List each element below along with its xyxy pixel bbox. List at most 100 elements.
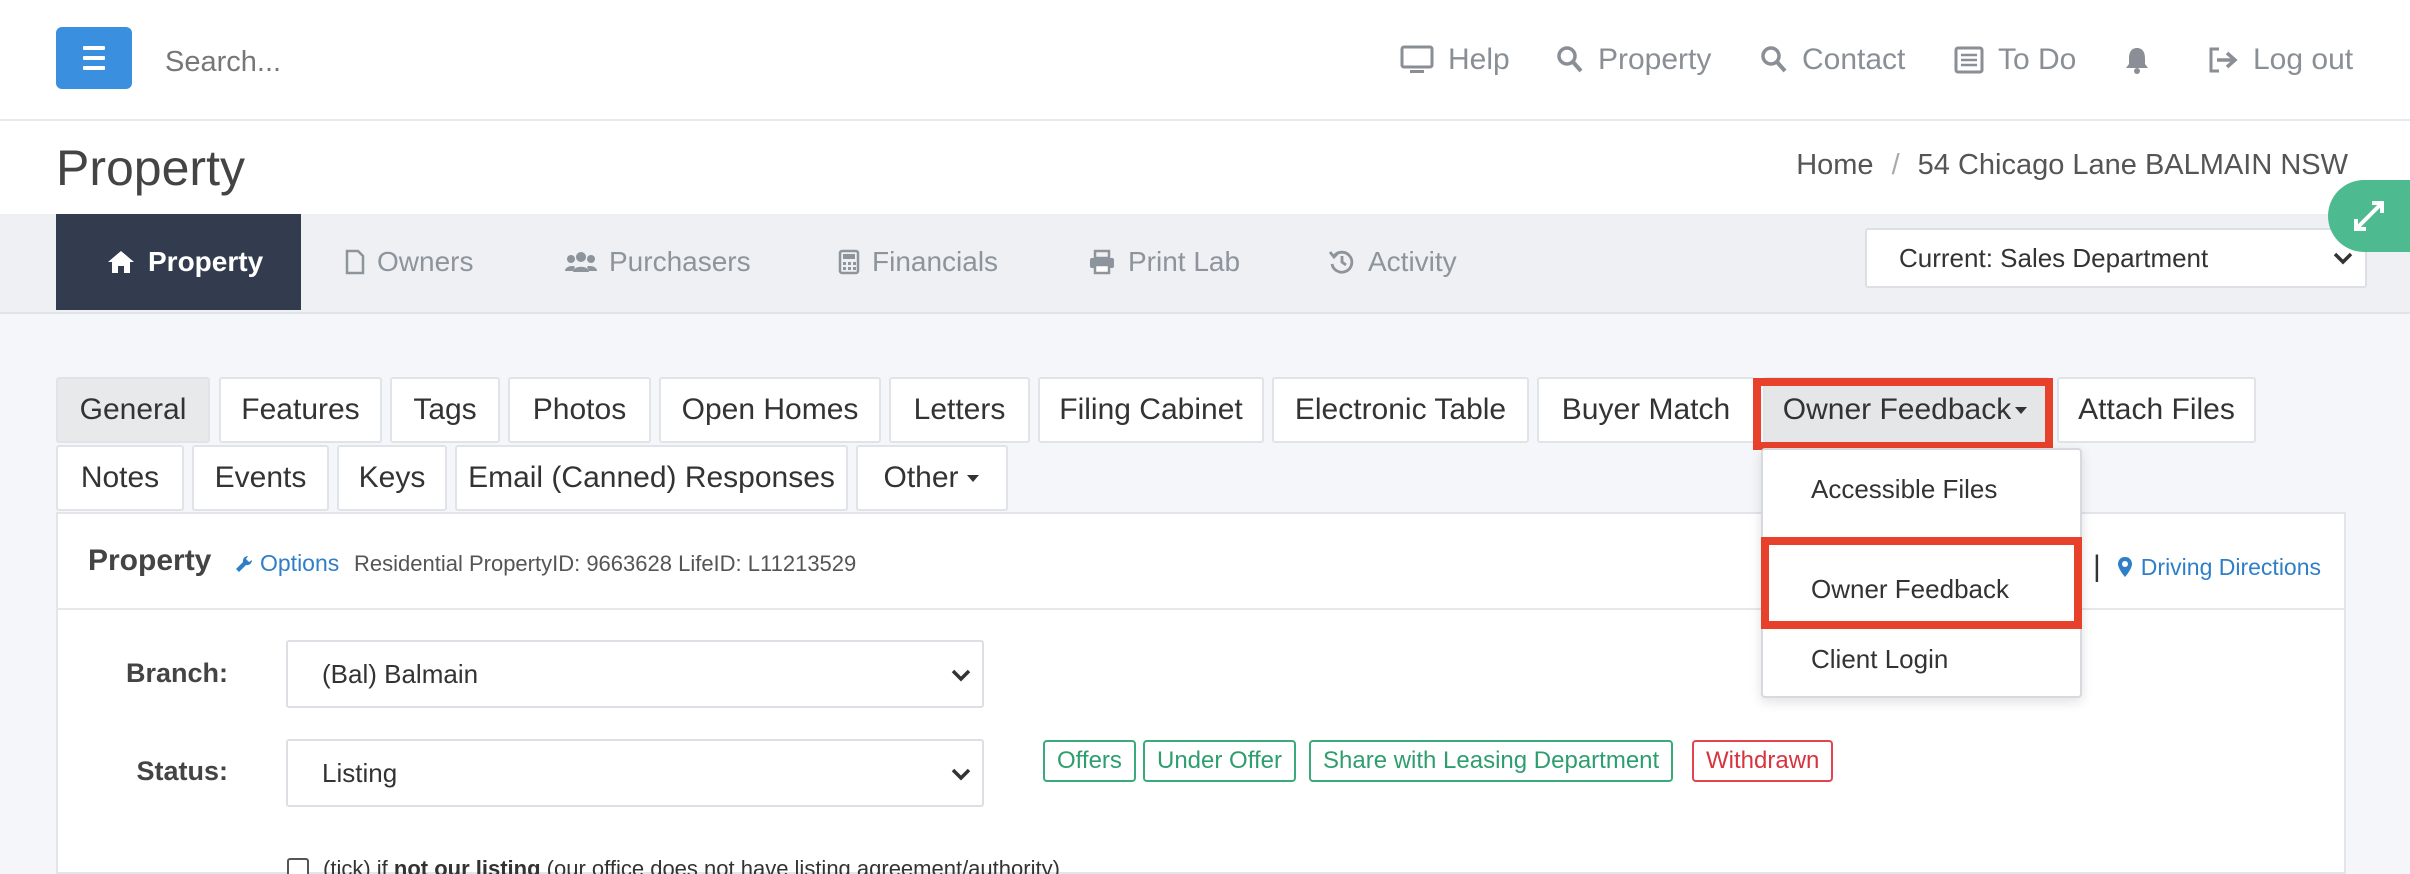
driving-directions-link[interactable]: | Driving Directions bbox=[2093, 550, 2321, 584]
tab-owners[interactable]: Owners bbox=[345, 214, 473, 310]
subtab-other[interactable]: Other bbox=[856, 445, 1008, 511]
expand-button[interactable] bbox=[2328, 180, 2410, 252]
branch-select-value: (Bal) Balmain bbox=[322, 658, 479, 689]
tab-activity-label: Activity bbox=[1368, 246, 1457, 277]
bell-icon bbox=[2126, 48, 2148, 74]
nav-contact-label: Contact bbox=[1802, 43, 1906, 76]
not-our-listing-text: (tick) if not our listing (our office do… bbox=[323, 856, 1060, 874]
subtab-owner-feedback-label: Owner Feedback bbox=[1782, 393, 2012, 426]
breadcrumb: Home / 54 Chicago Lane BALMAIN NSW bbox=[1796, 149, 2348, 182]
search-input[interactable] bbox=[165, 40, 665, 84]
subtab-attach-files[interactable]: Attach Files bbox=[2057, 377, 2256, 443]
nav-property-label: Property bbox=[1598, 43, 1712, 76]
search-icon bbox=[1557, 46, 1583, 73]
wrench-icon bbox=[236, 555, 253, 572]
checkbox-text-post: (our office does not have listing agreem… bbox=[546, 856, 1060, 874]
page-header: Property Home / 54 Chicago Lane BALMAIN … bbox=[0, 121, 2410, 214]
department-select[interactable]: Current: Sales Department bbox=[1865, 228, 2367, 288]
tab-purchasers[interactable]: Purchasers bbox=[565, 214, 751, 310]
nav-logout-label: Log out bbox=[2253, 43, 2354, 76]
tab-print-lab-label: Print Lab bbox=[1128, 246, 1241, 277]
status-tag-share-leasing[interactable]: Share with Leasing Department bbox=[1309, 740, 1674, 782]
property-ids: Residential PropertyID: 9663628 LifeID: … bbox=[354, 551, 857, 576]
not-our-listing-checkbox[interactable] bbox=[287, 858, 309, 874]
subtab-buyer-match[interactable]: Buyer Match bbox=[1537, 377, 1755, 443]
nav-help[interactable]: Help bbox=[1400, 36, 1510, 84]
options-link-label: Options bbox=[260, 550, 340, 576]
status-label: Status: bbox=[136, 756, 228, 786]
driving-directions-label: Driving Directions bbox=[2140, 553, 2322, 580]
options-link[interactable]: Options bbox=[234, 550, 339, 577]
main-tabs: Property Owners Purchasers Financials Pr… bbox=[0, 214, 2410, 314]
department-select-value: Current: Sales Department bbox=[1899, 242, 2209, 273]
not-our-listing-row: (tick) if not our listing (our office do… bbox=[287, 856, 1060, 874]
breadcrumb-current: 54 Chicago Lane BALMAIN NSW bbox=[1917, 149, 2348, 181]
file-icon bbox=[345, 249, 365, 275]
tab-financials-label: Financials bbox=[872, 246, 999, 277]
tab-activity[interactable]: Activity bbox=[1328, 214, 1457, 310]
checkbox-text-bold: not our listing bbox=[393, 856, 541, 874]
breadcrumb-separator: / bbox=[1891, 149, 1900, 181]
tab-financials[interactable]: Financials bbox=[838, 214, 998, 310]
page-title: Property bbox=[56, 140, 245, 196]
calculator-icon bbox=[838, 249, 860, 275]
subtab-keys[interactable]: Keys bbox=[337, 445, 447, 511]
menu-item-client-login[interactable]: Client Login bbox=[1811, 644, 1948, 675]
expand-icon bbox=[2354, 201, 2384, 231]
list-icon bbox=[1954, 46, 1984, 74]
logout-icon bbox=[2209, 47, 2238, 73]
subtab-owner-feedback[interactable]: Owner Feedback bbox=[1763, 377, 2049, 443]
subtab-tags[interactable]: Tags bbox=[390, 377, 500, 443]
caret-down-icon bbox=[966, 475, 979, 482]
nav-logout[interactable]: Log out bbox=[2207, 36, 2353, 84]
users-icon bbox=[565, 252, 597, 272]
status-select-value: Listing bbox=[322, 757, 398, 788]
subtab-other-label: Other bbox=[883, 461, 959, 494]
subtab-notes[interactable]: Notes bbox=[56, 445, 184, 511]
nav-property[interactable]: Property bbox=[1556, 36, 1711, 84]
subtab-events[interactable]: Events bbox=[192, 445, 329, 511]
nav-todo[interactable]: To Do bbox=[1954, 36, 2076, 84]
printer-icon bbox=[1090, 249, 1114, 275]
subtab-electronic-table[interactable]: Electronic Table bbox=[1272, 377, 1529, 443]
tab-purchasers-label: Purchasers bbox=[609, 246, 751, 277]
top-bar: Help Property Contact To Do Log out bbox=[0, 0, 2410, 121]
checkbox-text-pre: (tick) if bbox=[323, 856, 388, 874]
history-icon bbox=[1328, 250, 1354, 274]
chevron-down-icon bbox=[951, 768, 971, 781]
branch-label: Branch: bbox=[125, 658, 228, 688]
owner-feedback-dropdown: Accessible Files Owner Feedback Client L… bbox=[1761, 448, 2082, 698]
caret-down-icon bbox=[2015, 407, 2028, 414]
subtab-open-homes[interactable]: Open Homes bbox=[659, 377, 881, 443]
menu-item-accessible-files[interactable]: Accessible Files bbox=[1811, 474, 1997, 505]
breadcrumb-home[interactable]: Home bbox=[1796, 149, 1873, 182]
separator-pipe: | bbox=[2093, 550, 2101, 583]
branch-select[interactable]: (Bal) Balmain bbox=[286, 640, 984, 708]
subtab-features[interactable]: Features bbox=[219, 377, 382, 443]
status-tag-under-offer[interactable]: Under Offer bbox=[1143, 740, 1296, 782]
search-icon bbox=[1761, 46, 1787, 73]
nav-contact[interactable]: Contact bbox=[1760, 36, 1905, 84]
status-tag-offers[interactable]: Offers bbox=[1043, 740, 1136, 782]
nav-todo-label: To Do bbox=[1998, 43, 2077, 76]
tab-owners-label: Owners bbox=[377, 246, 474, 277]
monitor-icon bbox=[1400, 45, 1434, 73]
tab-property[interactable]: Property bbox=[56, 214, 302, 310]
subtab-photos[interactable]: Photos bbox=[508, 377, 651, 443]
panel-title: Property bbox=[88, 544, 212, 577]
tab-property-label: Property bbox=[148, 246, 264, 277]
subtab-email-canned-responses[interactable]: Email (Canned) Responses bbox=[455, 445, 848, 511]
menu-toggle-button[interactable] bbox=[56, 27, 132, 89]
status-select[interactable]: Listing bbox=[286, 739, 984, 807]
nav-help-label: Help bbox=[1448, 43, 1510, 76]
status-tag-withdrawn[interactable]: Withdrawn bbox=[1692, 740, 1834, 782]
map-pin-icon bbox=[2117, 557, 2132, 577]
subtab-letters[interactable]: Letters bbox=[889, 377, 1030, 443]
home-icon bbox=[108, 251, 134, 273]
chevron-down-icon bbox=[951, 669, 971, 682]
subtab-general[interactable]: General bbox=[56, 377, 210, 443]
tab-print-lab[interactable]: Print Lab bbox=[1088, 214, 1240, 310]
menu-item-owner-feedback[interactable]: Owner Feedback bbox=[1811, 574, 2009, 605]
subtab-filing-cabinet[interactable]: Filing Cabinet bbox=[1038, 377, 1264, 443]
notifications-button[interactable] bbox=[2123, 36, 2151, 84]
